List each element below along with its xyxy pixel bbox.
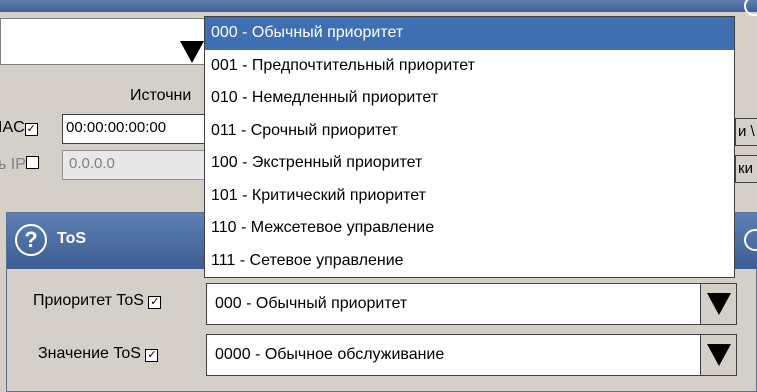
source-section-label: Источни [130, 87, 192, 104]
ip-checkbox[interactable] [25, 156, 39, 169]
tos-value-checkbox[interactable]: ✓ [145, 349, 159, 362]
chevron-down-icon [706, 293, 731, 315]
window-icon[interactable] [744, 0, 757, 16]
mac-checkbox[interactable]: ✓ [24, 123, 38, 136]
ip-label: ь IP [0, 156, 39, 174]
tos-priority-select[interactable]: 000 - Обычный приоритет [206, 283, 737, 325]
tos-priority-checkbox[interactable]: ✓ [148, 296, 162, 309]
tos-value-value: 0000 - Обычное обслуживание [215, 346, 445, 363]
dropdown-option[interactable]: 100 - Экстренный приоритет [205, 147, 734, 180]
tos-priority-dropdown-list: 000 - Обычный приоритет 001 - Предпочтит… [204, 16, 735, 278]
tos-value-label-text: Значение ToS [38, 345, 141, 362]
window-title-bar [0, 0, 757, 12]
mac-label-text: IAC [0, 119, 25, 136]
tos-panel-title: ToS [57, 230, 87, 247]
mac-label: IAC ✓ [0, 119, 38, 137]
dropdown-option[interactable]: 101 - Критический приоритет [205, 180, 734, 213]
mac-address-field[interactable]: 00:00:00:00:00 [62, 114, 208, 144]
tos-value-select[interactable]: 0000 - Обычное обслуживание [206, 334, 737, 376]
dropdown-option[interactable]: 110 - Межсетевое управление [205, 212, 734, 245]
tos-priority-value: 000 - Обычный приоритет [215, 295, 408, 312]
dropdown-option[interactable]: 111 - Сетевое управление [205, 245, 734, 278]
tos-value-label: Значение ToS ✓ [38, 345, 159, 363]
dropdown-option[interactable]: 000 - Обычный приоритет [205, 17, 734, 50]
ip-label-text: ь IP [0, 156, 26, 173]
mac-action-button[interactable]: и \ [735, 118, 757, 146]
chevron-down-icon [180, 41, 204, 63]
tos-priority-label-text: Приоритет ToS [33, 292, 144, 309]
dropdown-option[interactable]: 010 - Немедленный приоритет [205, 82, 734, 115]
dropdown-option[interactable]: 011 - Срочный приоритет [205, 115, 734, 148]
ip-action-button[interactable]: ки [735, 155, 757, 183]
chevron-down-icon [706, 344, 731, 366]
tos-priority-label: Приоритет ToS ✓ [33, 292, 162, 310]
dropdown-option[interactable]: 001 - Предпочтительный приоритет [205, 50, 734, 83]
tos-value-dropdown-button[interactable] [700, 335, 736, 375]
tos-priority-dropdown-button[interactable] [700, 284, 736, 324]
ip-address-field[interactable]: 0.0.0.0 [62, 150, 208, 180]
interface-dropdown-button[interactable] [178, 36, 206, 68]
help-icon[interactable]: ? [15, 224, 47, 256]
